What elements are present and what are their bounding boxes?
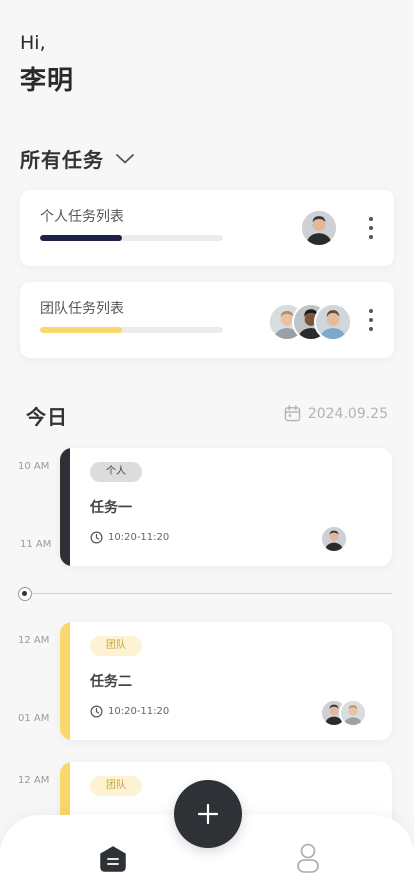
more-options-icon[interactable] <box>366 217 376 239</box>
plus-icon <box>197 803 219 825</box>
task-title: 任务一 <box>90 500 132 516</box>
time-label: 12 AM <box>18 635 50 646</box>
task-title: 任务二 <box>90 674 132 690</box>
task-accent <box>60 448 70 566</box>
task-time-text: 10:20-11:20 <box>108 532 170 543</box>
time-label: 10 AM <box>18 461 50 472</box>
avatar <box>320 525 348 553</box>
avatar <box>300 209 338 247</box>
current-time-dot <box>18 587 32 601</box>
task-tag: 个人 <box>90 462 142 482</box>
task-accent <box>60 622 70 740</box>
more-options-icon[interactable] <box>366 309 376 331</box>
task-time: 10:20-11:20 <box>90 705 169 718</box>
home-icon[interactable] <box>98 845 128 873</box>
add-task-button[interactable] <box>174 780 242 848</box>
avatar <box>314 303 352 341</box>
progress-fill <box>40 235 123 241</box>
time-label: 12 AM <box>18 775 50 786</box>
greeting: Hi, <box>20 32 46 54</box>
today-date: 2024.09.25 <box>307 405 388 422</box>
chevron-down-icon[interactable] <box>116 153 134 164</box>
list-label: 团队任务列表 <box>40 301 124 317</box>
list-label: 个人任务列表 <box>40 209 124 225</box>
user-name: 李明 <box>20 66 75 96</box>
team-task-list-card[interactable]: 团队任务列表 <box>20 282 394 358</box>
progress-bar <box>40 235 223 241</box>
personal-task-list-card[interactable]: 个人任务列表 <box>20 190 394 266</box>
task-card[interactable]: 个人 任务一 10:20-11:20 <box>60 448 392 566</box>
time-label: 01 AM <box>18 713 50 724</box>
task-card[interactable]: 团队 任务二 10:20-11:20 <box>60 622 392 740</box>
section-title: 所有任务 <box>20 148 104 172</box>
clock-icon <box>90 705 103 718</box>
progress-fill <box>40 327 123 333</box>
task-time-text: 10:20-11:20 <box>108 706 170 717</box>
time-label: 11 AM <box>20 539 52 550</box>
current-time-line <box>32 593 392 594</box>
today-title: 今日 <box>26 405 68 429</box>
current-time-indicator <box>18 587 392 601</box>
calendar-icon <box>284 405 301 422</box>
progress-bar <box>40 327 223 333</box>
date-picker[interactable]: 2024.09.25 <box>284 405 388 422</box>
avatar <box>339 699 367 727</box>
clock-icon <box>90 531 103 544</box>
task-lists-header[interactable]: 所有任务 <box>20 144 134 173</box>
task-tag: 团队 <box>90 636 142 656</box>
profile-icon[interactable] <box>295 842 321 874</box>
task-tag: 团队 <box>90 776 142 796</box>
task-time: 10:20-11:20 <box>90 531 169 544</box>
